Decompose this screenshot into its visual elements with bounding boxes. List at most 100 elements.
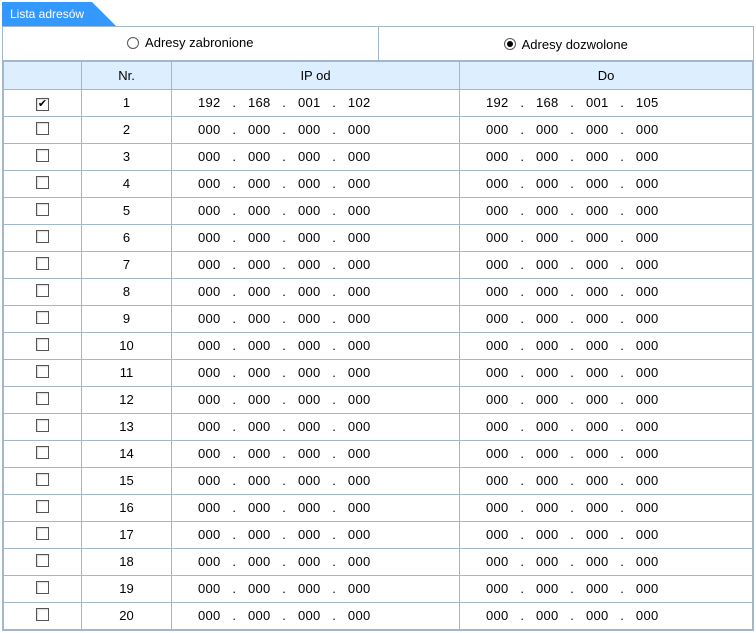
row-checkbox[interactable] xyxy=(36,311,49,324)
row-ip-to[interactable]: 000 . 000 . 000 . 000 xyxy=(460,332,753,359)
table-row: 5000 . 000 . 000 . 000000 . 000 . 000 . … xyxy=(4,197,753,224)
col-header-nr: Nr. xyxy=(82,61,172,89)
row-ip-from[interactable]: 000 . 000 . 000 . 000 xyxy=(172,197,460,224)
row-nr: 12 xyxy=(82,386,172,413)
row-checkbox[interactable] xyxy=(36,419,49,432)
table-row: 4000 . 000 . 000 . 000000 . 000 . 000 . … xyxy=(4,170,753,197)
table-row: 14000 . 000 . 000 . 000000 . 000 . 000 .… xyxy=(4,440,753,467)
table-row: 7000 . 000 . 000 . 000000 . 000 . 000 . … xyxy=(4,251,753,278)
row-nr: 20 xyxy=(82,602,172,629)
table-row: 12000 . 000 . 000 . 000000 . 000 . 000 .… xyxy=(4,386,753,413)
row-ip-to[interactable]: 000 . 000 . 000 . 000 xyxy=(460,386,753,413)
row-ip-from[interactable]: 000 . 000 . 000 . 000 xyxy=(172,521,460,548)
row-ip-from[interactable]: 000 . 000 . 000 . 000 xyxy=(172,386,460,413)
row-checkbox[interactable] xyxy=(36,98,49,111)
row-nr: 14 xyxy=(82,440,172,467)
row-ip-to[interactable]: 192 . 168 . 001 . 105 xyxy=(460,89,753,116)
row-ip-from[interactable]: 000 . 000 . 000 . 000 xyxy=(172,602,460,629)
row-nr: 11 xyxy=(82,359,172,386)
row-ip-to[interactable]: 000 . 000 . 000 . 000 xyxy=(460,224,753,251)
row-checkbox[interactable] xyxy=(36,338,49,351)
row-ip-to[interactable]: 000 . 000 . 000 . 000 xyxy=(460,494,753,521)
row-ip-to[interactable]: 000 . 000 . 000 . 000 xyxy=(460,575,753,602)
row-ip-from[interactable]: 000 . 000 . 000 . 000 xyxy=(172,224,460,251)
row-ip-to[interactable]: 000 . 000 . 000 . 000 xyxy=(460,413,753,440)
row-ip-to[interactable]: 000 . 000 . 000 . 000 xyxy=(460,359,753,386)
address-table: Nr. IP od Do 1192 . 168 . 001 . 102192 .… xyxy=(3,61,753,630)
row-ip-from[interactable]: 000 . 000 . 000 . 000 xyxy=(172,332,460,359)
row-checkbox[interactable] xyxy=(36,608,49,621)
row-ip-from[interactable]: 000 . 000 . 000 . 000 xyxy=(172,494,460,521)
row-ip-from[interactable]: 000 . 000 . 000 . 000 xyxy=(172,116,460,143)
row-checkbox[interactable] xyxy=(36,554,49,567)
row-checkbox[interactable] xyxy=(36,365,49,378)
radio-cell-allowed[interactable]: Adresy dozwolone xyxy=(379,27,754,60)
row-ip-to[interactable]: 000 . 000 . 000 . 000 xyxy=(460,305,753,332)
row-ip-to[interactable]: 000 . 000 . 000 . 000 xyxy=(460,467,753,494)
row-ip-to[interactable]: 000 . 000 . 000 . 000 xyxy=(460,143,753,170)
row-ip-to[interactable]: 000 . 000 . 000 . 000 xyxy=(460,278,753,305)
tab-address-list[interactable]: Lista adresów xyxy=(2,2,92,26)
row-nr: 15 xyxy=(82,467,172,494)
row-ip-from[interactable]: 000 . 000 . 000 . 000 xyxy=(172,278,460,305)
row-checkbox[interactable] xyxy=(36,284,49,297)
col-header-check xyxy=(4,61,82,89)
row-ip-to[interactable]: 000 . 000 . 000 . 000 xyxy=(460,440,753,467)
table-row: 1192 . 168 . 001 . 102192 . 168 . 001 . … xyxy=(4,89,753,116)
row-ip-from[interactable]: 000 . 000 . 000 . 000 xyxy=(172,467,460,494)
row-ip-from[interactable]: 000 . 000 . 000 . 000 xyxy=(172,440,460,467)
radio-forbidden-label: Adresy zabronione xyxy=(145,35,253,50)
row-ip-to[interactable]: 000 . 000 . 000 . 000 xyxy=(460,116,753,143)
table-row: 10000 . 000 . 000 . 000000 . 000 . 000 .… xyxy=(4,332,753,359)
table-row: 11000 . 000 . 000 . 000000 . 000 . 000 .… xyxy=(4,359,753,386)
row-ip-from[interactable]: 000 . 000 . 000 . 000 xyxy=(172,305,460,332)
row-ip-to[interactable]: 000 . 000 . 000 . 000 xyxy=(460,170,753,197)
row-ip-from[interactable]: 000 . 000 . 000 . 000 xyxy=(172,251,460,278)
row-nr: 2 xyxy=(82,116,172,143)
radio-allowed[interactable] xyxy=(504,38,516,50)
row-ip-from[interactable]: 000 . 000 . 000 . 000 xyxy=(172,143,460,170)
radio-cell-forbidden[interactable]: Adresy zabronione xyxy=(3,27,379,60)
table-row: 15000 . 000 . 000 . 000000 . 000 . 000 .… xyxy=(4,467,753,494)
row-checkbox[interactable] xyxy=(36,392,49,405)
row-nr: 5 xyxy=(82,197,172,224)
row-ip-to[interactable]: 000 . 000 . 000 . 000 xyxy=(460,602,753,629)
row-nr: 16 xyxy=(82,494,172,521)
row-checkbox[interactable] xyxy=(36,230,49,243)
col-header-from: IP od xyxy=(172,61,460,89)
row-checkbox[interactable] xyxy=(36,149,49,162)
row-ip-from[interactable]: 000 . 000 . 000 . 000 xyxy=(172,548,460,575)
table-row: 13000 . 000 . 000 . 000000 . 000 . 000 .… xyxy=(4,413,753,440)
radio-allowed-label: Adresy dozwolone xyxy=(522,37,628,52)
row-checkbox[interactable] xyxy=(36,527,49,540)
row-checkbox[interactable] xyxy=(36,446,49,459)
table-row: 20000 . 000 . 000 . 000000 . 000 . 000 .… xyxy=(4,602,753,629)
table-row: 18000 . 000 . 000 . 000000 . 000 . 000 .… xyxy=(4,548,753,575)
table-row: 2000 . 000 . 000 . 000000 . 000 . 000 . … xyxy=(4,116,753,143)
table-row: 3000 . 000 . 000 . 000000 . 000 . 000 . … xyxy=(4,143,753,170)
row-checkbox[interactable] xyxy=(36,500,49,513)
row-checkbox[interactable] xyxy=(36,176,49,189)
row-ip-from[interactable]: 000 . 000 . 000 . 000 xyxy=(172,575,460,602)
table-row: 16000 . 000 . 000 . 000000 . 000 . 000 .… xyxy=(4,494,753,521)
row-checkbox[interactable] xyxy=(36,203,49,216)
table-row: 6000 . 000 . 000 . 000000 . 000 . 000 . … xyxy=(4,224,753,251)
row-nr: 3 xyxy=(82,143,172,170)
row-checkbox[interactable] xyxy=(36,581,49,594)
row-ip-from[interactable]: 000 . 000 . 000 . 000 xyxy=(172,170,460,197)
row-nr: 4 xyxy=(82,170,172,197)
col-header-to: Do xyxy=(460,61,753,89)
row-ip-from[interactable]: 192 . 168 . 001 . 102 xyxy=(172,89,460,116)
row-ip-to[interactable]: 000 . 000 . 000 . 000 xyxy=(460,197,753,224)
row-ip-from[interactable]: 000 . 000 . 000 . 000 xyxy=(172,359,460,386)
row-nr: 9 xyxy=(82,305,172,332)
row-checkbox[interactable] xyxy=(36,473,49,486)
row-checkbox[interactable] xyxy=(36,122,49,135)
row-ip-to[interactable]: 000 . 000 . 000 . 000 xyxy=(460,548,753,575)
row-ip-to[interactable]: 000 . 000 . 000 . 000 xyxy=(460,521,753,548)
row-nr: 6 xyxy=(82,224,172,251)
row-ip-to[interactable]: 000 . 000 . 000 . 000 xyxy=(460,251,753,278)
row-ip-from[interactable]: 000 . 000 . 000 . 000 xyxy=(172,413,460,440)
row-checkbox[interactable] xyxy=(36,257,49,270)
radio-forbidden[interactable] xyxy=(127,37,139,49)
